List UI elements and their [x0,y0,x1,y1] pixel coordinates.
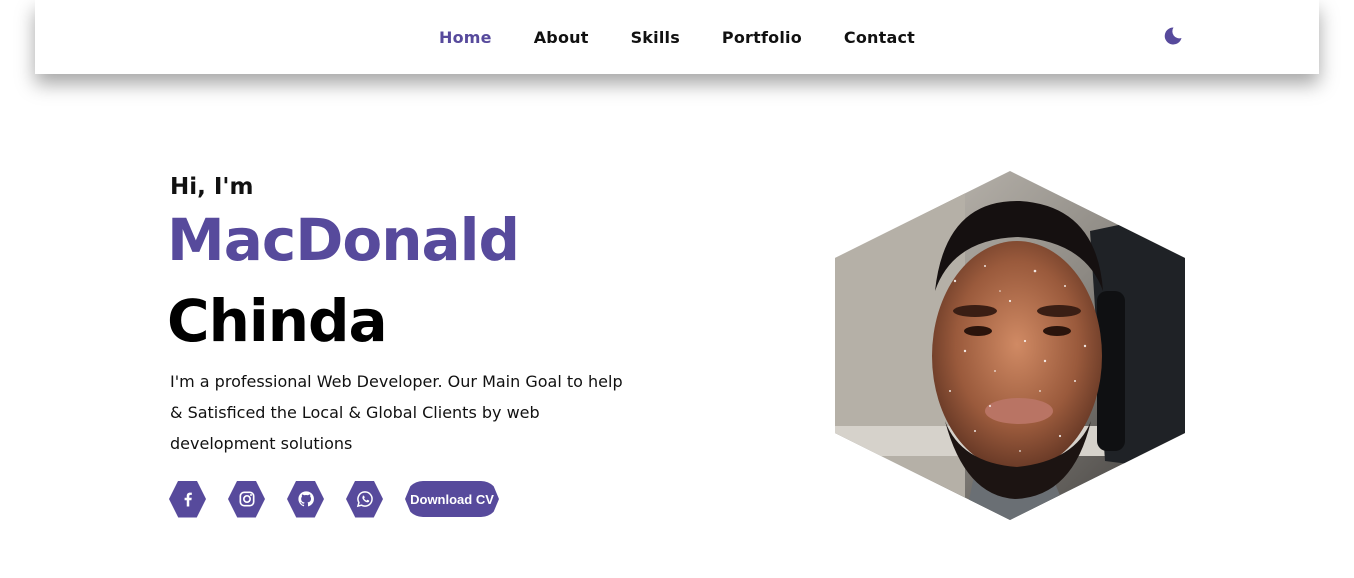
social-links: Download CV [169,479,499,519]
hero-section: Hi, I'm MacDonald Chinda I'm a professio… [0,74,1354,578]
facebook-icon[interactable] [169,480,206,518]
nav-link-about[interactable]: About [534,28,589,47]
nav-link-portfolio[interactable]: Portfolio [722,28,802,47]
last-name: Chinda [167,287,388,355]
bio-text: I'm a professional Web Developer. Our Ma… [170,372,623,453]
moon-icon[interactable] [1161,24,1185,48]
nav-links: Home About Skills Portfolio Contact [35,0,1319,74]
first-name: MacDonald [167,206,520,274]
download-cv-button[interactable]: Download CV [405,481,499,517]
greeting: Hi, I'm [170,174,254,200]
instagram-icon[interactable] [228,480,265,518]
nav-link-contact[interactable]: Contact [844,28,915,47]
nav-link-skills[interactable]: Skills [631,28,680,47]
github-icon[interactable] [287,480,324,518]
whatsapp-icon[interactable] [346,480,383,518]
profile-photo [835,171,1185,520]
nav-link-home[interactable]: Home [439,28,492,47]
navbar: Home About Skills Portfolio Contact [35,0,1319,74]
